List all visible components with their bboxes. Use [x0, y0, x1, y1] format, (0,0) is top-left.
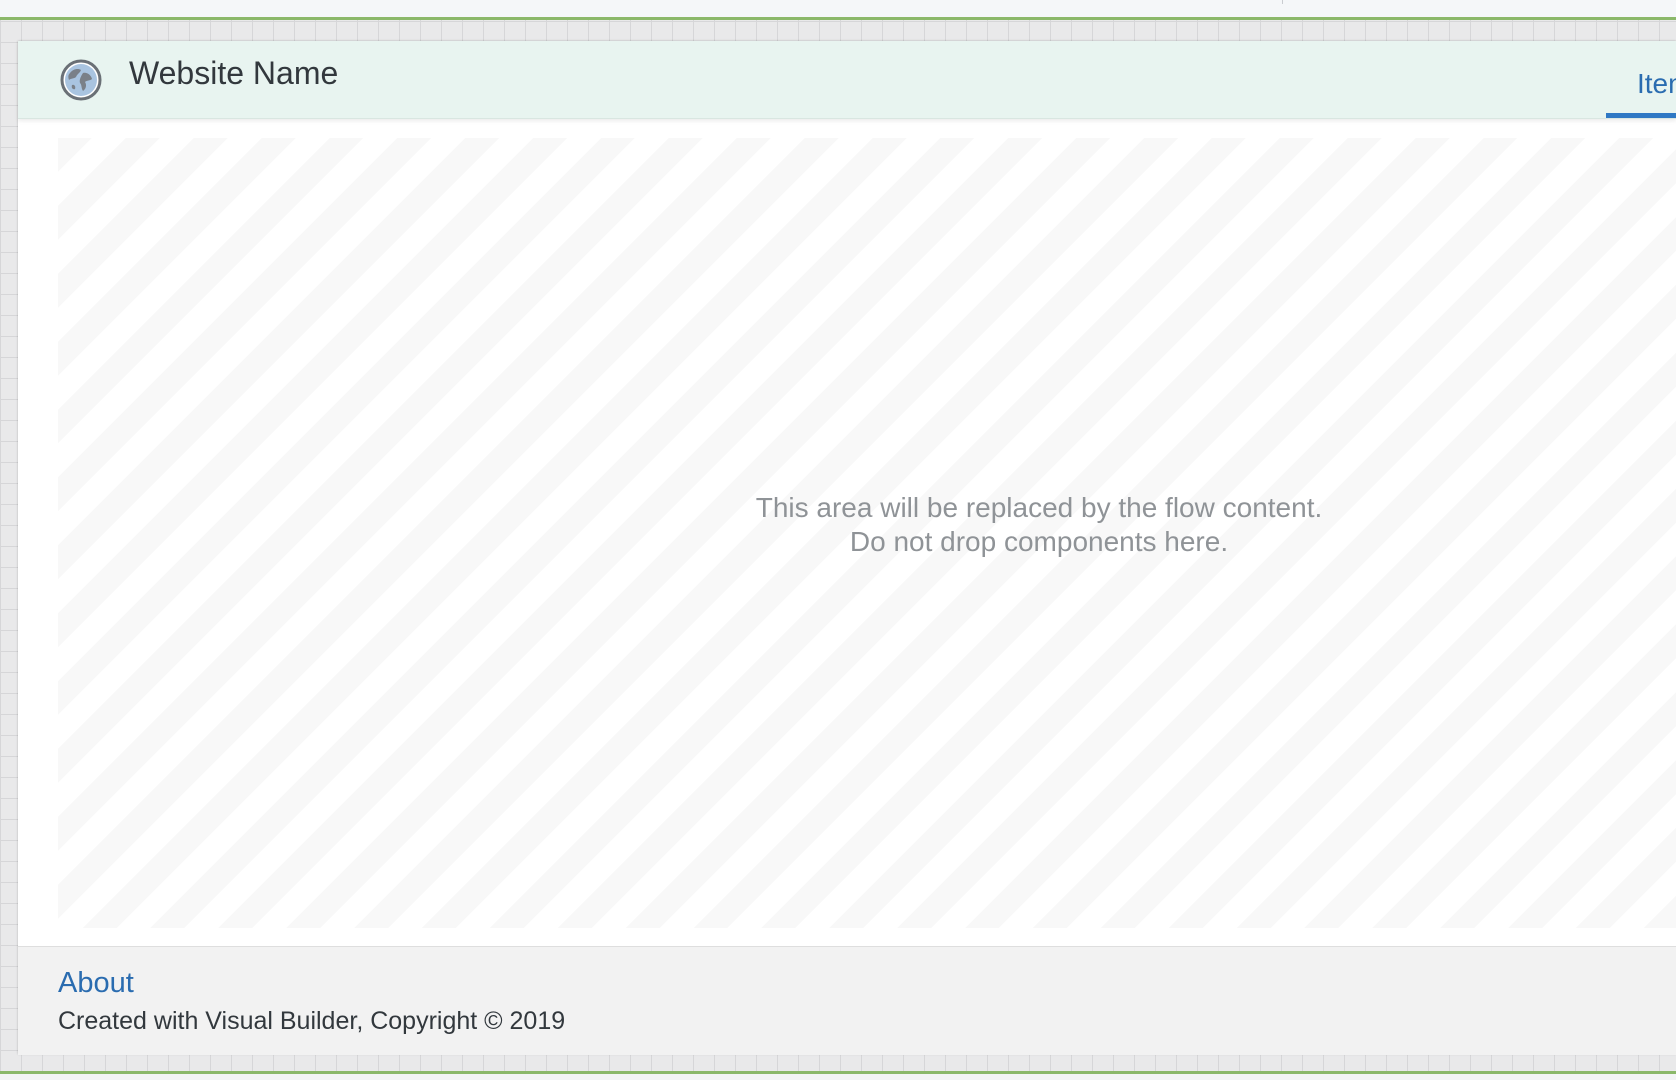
- footer-copyright: Created with Visual Builder, Copyright ©…: [58, 1007, 566, 1035]
- page-canvas: Website Name Item This area will be repl…: [18, 41, 1676, 1055]
- flow-message-wrap: This area will be replaced by the flow c…: [58, 138, 1676, 928]
- designer-top-strip: [0, 0, 1676, 20]
- globe-icon: [60, 59, 102, 101]
- about-link[interactable]: About: [58, 967, 134, 1000]
- flow-placeholder-line-2: Do not drop components here.: [849, 526, 1229, 557]
- nav-tab-item[interactable]: Item: [1606, 61, 1676, 118]
- designer-bottom-strip: [0, 1074, 1676, 1080]
- page-header: Website Name Item: [18, 41, 1676, 119]
- site-name: Website Name: [129, 55, 339, 91]
- flow-content-placeholder: This area will be replaced by the flow c…: [58, 138, 1676, 928]
- flow-placeholder-message: This area will be replaced by the flow c…: [58, 491, 1676, 559]
- flow-placeholder-line-1: This area will be replaced by the flow c…: [755, 492, 1323, 523]
- ruler-tick: [1282, 0, 1283, 4]
- page-footer: About Created with Visual Builder, Copyr…: [18, 946, 1676, 1055]
